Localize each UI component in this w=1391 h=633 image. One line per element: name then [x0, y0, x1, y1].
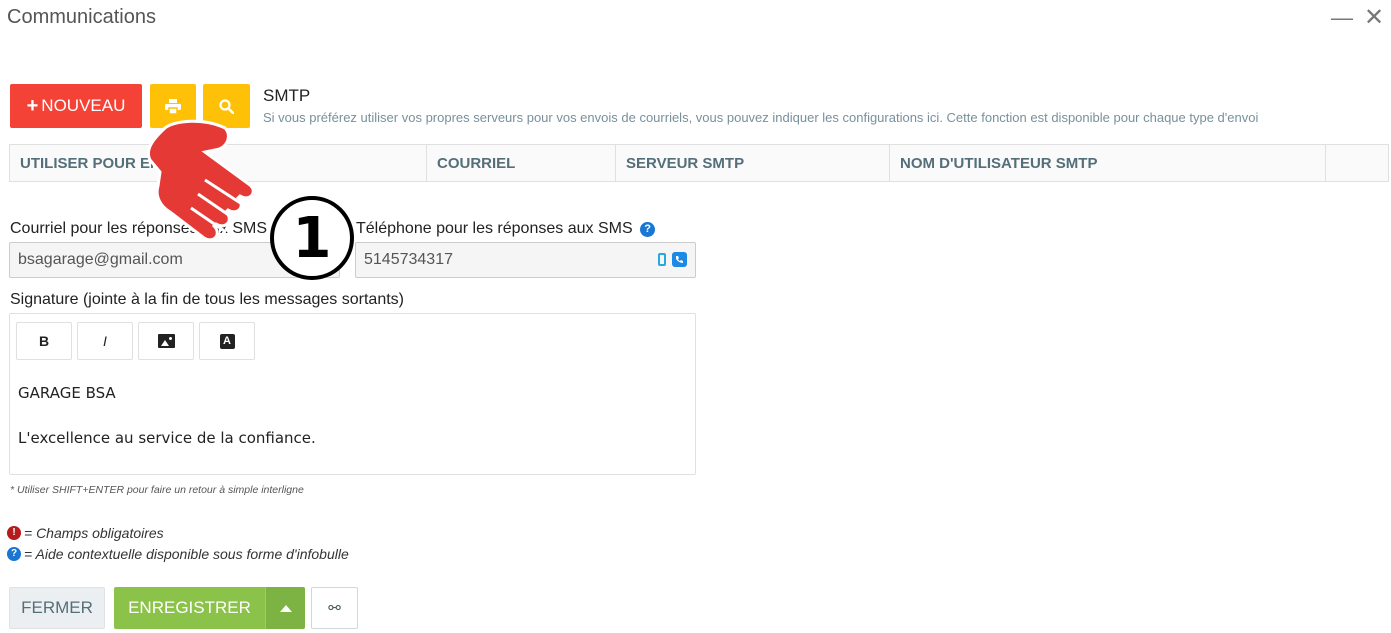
smtp-table-header: UTILISER POUR ENVOYER COURRIEL SERVEUR S… — [9, 144, 1389, 182]
column-header-actions — [1326, 145, 1388, 181]
close-icon[interactable]: ✕ — [1364, 6, 1384, 30]
bold-button[interactable]: B — [16, 322, 72, 360]
step-number-badge: 1 — [270, 196, 354, 280]
font-color-button[interactable]: A — [199, 322, 255, 360]
legend-required-text: = Champs obligatoires — [24, 525, 164, 541]
phone-reply-value: 5145734317 — [364, 251, 453, 268]
insert-image-button[interactable] — [138, 322, 194, 360]
signature-line: L'excellence au service de la confiance. — [18, 429, 316, 447]
phone-call-icon[interactable] — [672, 252, 687, 267]
plus-icon: + — [26, 94, 39, 117]
phone-reply-label-text: Téléphone pour les réponses aux SMS — [356, 220, 633, 237]
smtp-description: Si vous préférez utiliser vos propres se… — [263, 110, 1259, 125]
print-icon — [165, 98, 181, 114]
legend-required: ! = Champs obligatoires — [7, 525, 164, 541]
phone-icons — [658, 252, 687, 267]
legend-help-text: = Aide contextuelle disponible sous form… — [24, 546, 349, 562]
print-button[interactable] — [150, 84, 196, 128]
signature-label: Signature (jointe à la fin de tous les m… — [10, 291, 404, 308]
font-icon: A — [219, 333, 235, 349]
search-icon — [219, 98, 234, 114]
required-icon: ! — [7, 526, 21, 540]
minimize-icon[interactable]: — — [1331, 6, 1353, 30]
shift-enter-hint: * Utiliser SHIFT+ENTER pour faire un ret… — [10, 484, 304, 496]
italic-button[interactable]: I — [77, 322, 133, 360]
signature-editor[interactable]: B I A GARAGE BSA L'excellence au service… — [9, 313, 696, 475]
save-options-button[interactable] — [265, 587, 305, 629]
column-header-email[interactable]: COURRIEL — [427, 145, 616, 181]
phone-reply-field[interactable]: 5145734317 — [355, 242, 696, 278]
smtp-title: SMTP — [263, 86, 311, 105]
image-icon — [157, 334, 175, 348]
window-title: Communications — [7, 6, 156, 28]
new-button-label: NOUVEAU — [41, 96, 126, 115]
column-header-smtp-username[interactable]: NOM D'UTILISATEUR SMTP — [890, 145, 1326, 181]
phone-reply-label: Téléphone pour les réponses aux SMS ? — [356, 220, 656, 238]
legend-help: ? = Aide contextuelle disponible sous fo… — [7, 546, 349, 562]
caret-up-icon — [279, 604, 292, 612]
column-header-smtp-server[interactable]: SERVEUR SMTP — [616, 145, 890, 181]
help-icon[interactable]: ? — [640, 222, 656, 237]
email-reply-label: Courriel pour les réponses aux SMS — [10, 220, 268, 237]
link-button[interactable]: ⚯ — [311, 587, 358, 629]
mobile-icon — [658, 253, 666, 266]
search-button[interactable] — [203, 84, 250, 128]
column-header-use-for-sending[interactable]: UTILISER POUR ENVOYER — [10, 145, 427, 181]
signature-line: GARAGE BSA — [18, 384, 116, 402]
close-button[interactable]: FERMER — [9, 587, 105, 629]
new-button[interactable]: + NOUVEAU — [10, 84, 142, 128]
help-icon: ? — [7, 547, 21, 561]
save-button[interactable]: ENREGISTRER — [114, 587, 265, 629]
